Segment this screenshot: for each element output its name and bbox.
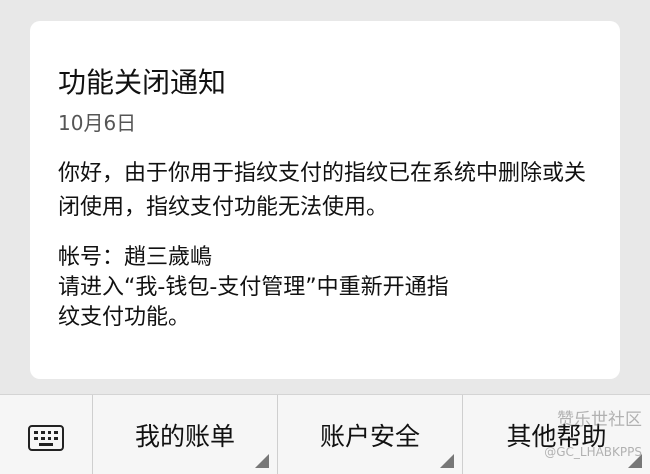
menu-other-help-label: 其他帮助: [506, 421, 607, 451]
menu-account-security-label: 账户安全: [319, 421, 420, 451]
instruction-line-2: 纹支付功能。: [58, 305, 191, 330]
submenu-indicator-icon: [628, 454, 642, 468]
keyboard-icon: [28, 424, 64, 451]
message-body: 你好，由于你用于指纹支付的指纹已在系统中删除或关闭使用，指纹支付功能无法使用。: [58, 161, 587, 220]
message-card: 功能关闭通知 10月6日 你好，由于你用于指纹支付的指纹已在系统中删除或关闭使用…: [30, 21, 620, 379]
message-date: 10月6日: [58, 111, 137, 135]
bottom-menu-bar: 我的账单 账户安全 其他帮助: [0, 394, 650, 474]
menu-my-bills[interactable]: 我的账单: [93, 395, 278, 474]
account-line: 帐号：趙三歲嶋: [58, 245, 213, 270]
keyboard-toggle-button[interactable]: [0, 395, 93, 474]
menu-other-help[interactable]: 其他帮助: [463, 395, 650, 474]
message-title: 功能关闭通知: [58, 66, 227, 99]
submenu-indicator-icon: [255, 454, 269, 468]
message-details: 帐号：趙三歲嶋 请进入“我-钱包-支付管理”中重新开通指 纹支付功能。: [58, 243, 592, 333]
menu-account-security[interactable]: 账户安全: [278, 395, 463, 474]
instruction-line-1: 请进入“我-钱包-支付管理”中重新开通指: [58, 275, 449, 300]
submenu-indicator-icon: [440, 454, 454, 468]
menu-my-bills-label: 我的账单: [134, 421, 235, 451]
